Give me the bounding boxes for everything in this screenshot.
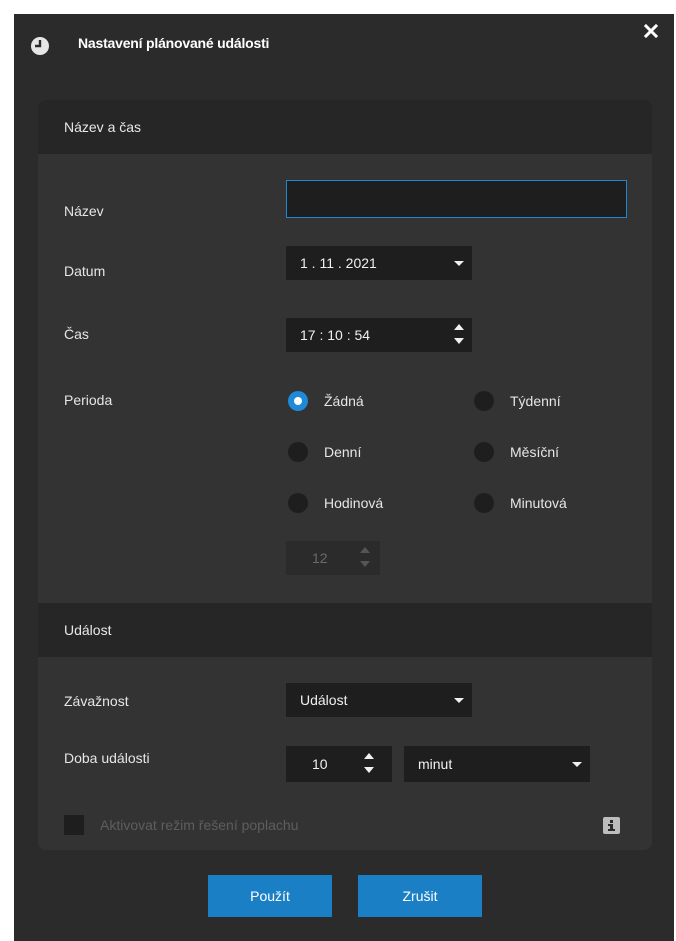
radio-label-minutely: Minutová (510, 495, 567, 511)
alarm-mode-label: Aktivovat režim řešení poplachu (100, 817, 299, 833)
chevron-down-icon (454, 698, 464, 703)
radio-period-daily[interactable] (288, 442, 308, 462)
period-label: Perioda (64, 392, 113, 408)
severity-dropdown[interactable]: Událost (286, 683, 472, 717)
interval-spinner-disabled: 12 (286, 541, 380, 575)
dialog-title: Nastavení plánované události (78, 35, 270, 51)
radio-period-weekly[interactable] (474, 391, 494, 411)
time-value: 17 : 10 : 54 (300, 327, 371, 343)
settings-panel: Název a čas Název Datum 1 . 11 . 2021 Ča… (38, 100, 652, 850)
apply-button[interactable]: Použít (208, 875, 332, 917)
radio-label-none: Žádná (324, 393, 364, 409)
date-label: Datum (64, 263, 106, 279)
radio-label-hourly: Hodinová (324, 495, 384, 511)
spin-arrows-icon (358, 545, 372, 571)
duration-unit-value: minut (418, 756, 453, 772)
duration-value: 10 (312, 756, 328, 772)
dialog-titlebar: Nastavení plánované události (14, 14, 674, 74)
time-label: Čas (64, 326, 89, 342)
duration-unit-dropdown[interactable]: minut (404, 746, 590, 782)
duration-label: Doba události (64, 750, 150, 766)
radio-period-monthly[interactable] (474, 442, 494, 462)
spin-arrows-icon[interactable] (362, 751, 376, 777)
radio-period-hourly[interactable] (288, 493, 308, 513)
alarm-mode-checkbox[interactable] (64, 815, 84, 835)
clock-icon (30, 36, 50, 56)
section-header-event: Událost (38, 603, 652, 657)
severity-value: Událost (300, 692, 348, 708)
date-picker[interactable]: 1 . 11 . 2021 (286, 246, 472, 280)
radio-label-weekly: Týdenní (510, 393, 561, 409)
interval-value: 12 (312, 550, 328, 566)
radio-label-monthly: Měsíční (510, 444, 560, 460)
scheduled-event-dialog: Nastavení plánované události Název a čas… (14, 14, 674, 941)
radio-label-daily: Denní (324, 444, 362, 460)
severity-label: Závažnost (64, 693, 129, 709)
name-label: Název (64, 203, 104, 219)
cancel-button[interactable]: Zrušit (358, 875, 482, 917)
spin-arrows-icon[interactable] (452, 322, 466, 348)
radio-period-minutely[interactable] (474, 493, 494, 513)
name-input[interactable] (286, 180, 627, 218)
section-title-name-time: Název a čas (64, 119, 142, 135)
section-header-name-time: Název a čas (38, 100, 652, 154)
chevron-down-icon (572, 762, 582, 767)
info-icon[interactable] (603, 817, 620, 834)
section-title-event: Událost (64, 622, 112, 638)
duration-spinner[interactable]: 10 (286, 746, 392, 782)
radio-period-none[interactable] (288, 391, 308, 411)
chevron-down-icon (454, 261, 464, 266)
time-spinner[interactable]: 17 : 10 : 54 (286, 318, 472, 352)
close-icon[interactable] (640, 20, 662, 42)
date-value: 1 . 11 . 2021 (300, 255, 377, 271)
